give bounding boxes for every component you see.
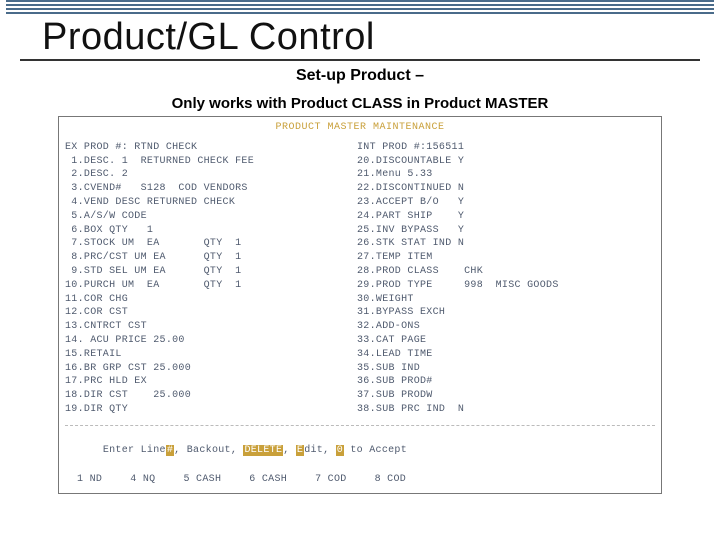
- opt-1: 1 ND: [77, 473, 102, 487]
- field-box-qty: 6.BOX QTY 1: [65, 224, 335, 238]
- field-weight: 30.WEIGHT: [357, 293, 637, 307]
- opt-6: 6 CASH: [249, 473, 287, 487]
- opt-8: 8 COD: [375, 473, 407, 487]
- field-asw-code: 5.A/S/W CODE: [65, 210, 335, 224]
- field-sub-ind: 35.SUB IND: [357, 362, 637, 376]
- field-prc-cst-um: 8.PRC/CST UM EA QTY 1: [65, 251, 335, 265]
- terminal-options-row: 1 ND 4 NQ 5 CASH 6 CASH 7 COD 8 COD: [65, 473, 655, 487]
- prompt-key-line: #: [166, 445, 174, 456]
- field-acu-price: 14. ACU PRICE 25.00: [65, 334, 335, 348]
- field-dir-cst: 18.DIR CST 25.000: [65, 389, 335, 403]
- terminal-footer: Enter Line#, Backout, DELETE, Edit, 0 to…: [65, 425, 655, 487]
- opt-4: 4 NQ: [130, 473, 155, 487]
- terminal-right-column: INT PROD #:156511 20.DISCOUNTABLE Y 21.M…: [357, 141, 637, 417]
- opt-7: 7 COD: [315, 473, 347, 487]
- prompt-text: to Accept: [344, 445, 407, 456]
- field-add-ons: 32.ADD-ONS: [357, 320, 637, 334]
- prompt-text: Enter Line: [103, 445, 166, 456]
- field-cvend: 3.CVEND# S128 COD VENDORS: [65, 182, 335, 196]
- terminal-prompt: Enter Line#, Backout, DELETE, Edit, 0 to…: [65, 430, 655, 471]
- field-desc-2: 2.DESC. 2: [65, 168, 335, 182]
- subtitle-line-2: Only works with Product CLASS in Product…: [0, 95, 720, 112]
- prompt-key-delete: DELETE: [243, 445, 283, 456]
- terminal-left-column: EX PROD #: RTND CHECK 1.DESC. 1 RETURNED…: [65, 141, 335, 417]
- subtitle-line-1: Set-up Product –: [0, 67, 720, 85]
- decorative-rule: [6, 0, 714, 14]
- field-accept-bo: 23.ACCEPT B/O Y: [357, 196, 637, 210]
- field-cor-cst: 12.COR CST: [65, 306, 335, 320]
- field-dir-qty: 19.DIR QTY: [65, 403, 335, 417]
- field-temp-item: 27.TEMP ITEM: [357, 251, 637, 265]
- field-br-grp-cst: 16.BR GRP CST 25.000: [65, 362, 335, 376]
- field-std-sel-um: 9.STD SEL UM EA QTY 1: [65, 265, 335, 279]
- prompt-text: , Backout,: [174, 445, 243, 456]
- field-part-ship: 24.PART SHIP Y: [357, 210, 637, 224]
- prompt-key-accept: 0: [336, 445, 344, 456]
- prompt-key-edit: E: [296, 445, 304, 456]
- terminal-screenshot: PRODUCT MASTER MAINTENANCE EX PROD #: RT…: [58, 116, 662, 494]
- terminal-header: PRODUCT MASTER MAINTENANCE: [65, 121, 655, 135]
- field-menu: 21.Menu 5.33: [357, 168, 637, 182]
- field-prod-type: 29.PROD TYPE 998 MISC GOODS: [357, 279, 637, 293]
- field-ex-prod: EX PROD #: RTND CHECK: [65, 141, 335, 155]
- field-cat-page: 33.CAT PAGE: [357, 334, 637, 348]
- field-cor-chg: 11.COR CHG: [65, 293, 335, 307]
- page-title: Product/GL Control: [20, 14, 700, 61]
- field-desc-1: 1.DESC. 1 RETURNED CHECK FEE: [65, 155, 335, 169]
- field-int-prod: INT PROD #:156511: [357, 141, 637, 155]
- field-bypass-exch: 31.BYPASS EXCH: [357, 306, 637, 320]
- field-vend-desc: 4.VEND DESC RETURNED CHECK: [65, 196, 335, 210]
- field-lead-time: 34.LEAD TIME: [357, 348, 637, 362]
- field-cntrct-cst: 13.CNTRCT CST: [65, 320, 335, 334]
- field-discontinued: 22.DISCONTINUED N: [357, 182, 637, 196]
- field-prod-class: 28.PROD CLASS CHK: [357, 265, 637, 279]
- field-sub-prc-ind: 38.SUB PRC IND N: [357, 403, 637, 417]
- field-sub-prodw: 37.SUB PRODW: [357, 389, 637, 403]
- field-discountable: 20.DISCOUNTABLE Y: [357, 155, 637, 169]
- field-inv-bypass: 25.INV BYPASS Y: [357, 224, 637, 238]
- field-sub-prod: 36.SUB PROD#: [357, 375, 637, 389]
- field-prc-hld-ex: 17.PRC HLD EX: [65, 375, 335, 389]
- field-retail: 15.RETAIL: [65, 348, 335, 362]
- field-stock-um: 7.STOCK UM EA QTY 1: [65, 237, 335, 251]
- field-stk-stat-ind: 26.STK STAT IND N: [357, 237, 637, 251]
- prompt-text: ,: [283, 445, 296, 456]
- field-purch-um: 10.PURCH UM EA QTY 1: [65, 279, 335, 293]
- opt-5: 5 CASH: [183, 473, 221, 487]
- prompt-text: dit,: [304, 445, 336, 456]
